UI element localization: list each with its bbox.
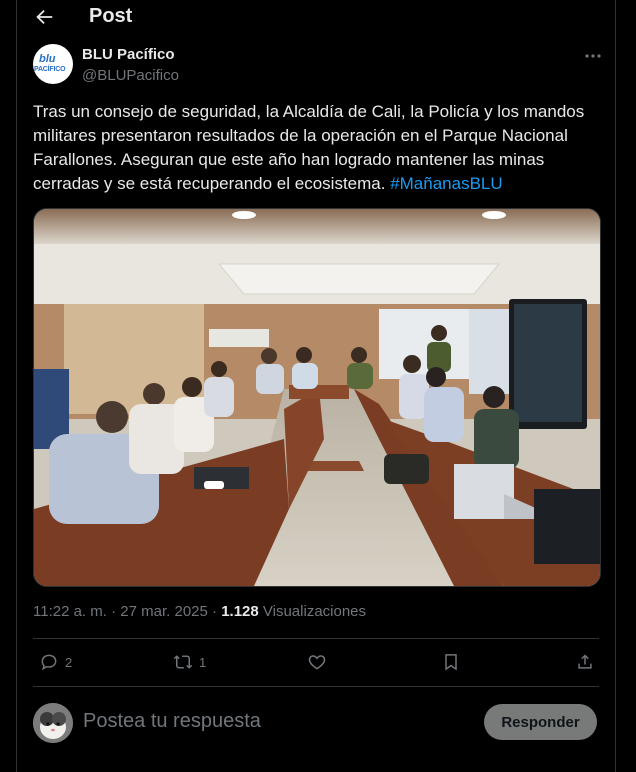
cat-avatar-image xyxy=(33,703,73,743)
logo-subtext: PACÍFICO xyxy=(34,66,66,73)
post-photo[interactable] xyxy=(33,208,601,587)
meeting-room-image xyxy=(34,209,600,586)
meta-separator: · xyxy=(106,603,121,620)
author-handle[interactable]: @BLUPacifico xyxy=(82,67,179,84)
repost-icon xyxy=(173,655,193,669)
reply-count: 2 xyxy=(65,654,73,670)
reply-submit-button[interactable]: Responder xyxy=(484,704,597,740)
action-bar: 2 1 xyxy=(33,651,599,675)
post-time[interactable]: 11:22 a. m. xyxy=(33,603,107,620)
divider-2 xyxy=(33,686,599,687)
views-label: Visualizaciones xyxy=(258,603,367,620)
reply-button[interactable]: 2 xyxy=(39,651,72,673)
user-avatar[interactable] xyxy=(33,703,73,743)
back-arrow-icon[interactable] xyxy=(33,6,55,28)
more-icon[interactable] xyxy=(583,46,603,66)
share-icon xyxy=(578,654,592,669)
author-name[interactable]: BLU Pacífico xyxy=(82,46,175,63)
divider xyxy=(33,638,599,639)
repost-button[interactable]: 1 xyxy=(173,651,206,673)
reply-input[interactable]: Postea tu respuesta xyxy=(83,710,261,733)
reply-icon xyxy=(41,654,57,671)
post-column: Post blu PACÍFICO BLU Pacífico @BLUPacif… xyxy=(16,0,616,772)
bookmark-button[interactable] xyxy=(441,651,461,673)
post-date[interactable]: 27 mar. 2025 xyxy=(120,603,208,620)
hashtag-link[interactable]: #MañanasBLU xyxy=(390,174,502,193)
repost-count: 1 xyxy=(199,654,207,670)
share-button[interactable] xyxy=(575,651,595,673)
views-count: 1.128 xyxy=(221,603,259,620)
like-icon xyxy=(308,655,326,670)
avatar[interactable]: blu PACÍFICO xyxy=(33,44,73,84)
like-button[interactable] xyxy=(307,651,327,673)
logo-text: blu xyxy=(39,53,56,65)
meta-separator-2: · xyxy=(207,603,222,620)
page-title: Post xyxy=(89,5,133,27)
post-text: Tras un consejo de seguridad, la Alcaldí… xyxy=(33,100,603,196)
post-meta: 11:22 a. m. · 27 mar. 2025 · 1.128 Visua… xyxy=(33,603,366,620)
bookmark-icon xyxy=(445,654,457,671)
header: Post xyxy=(17,0,615,36)
